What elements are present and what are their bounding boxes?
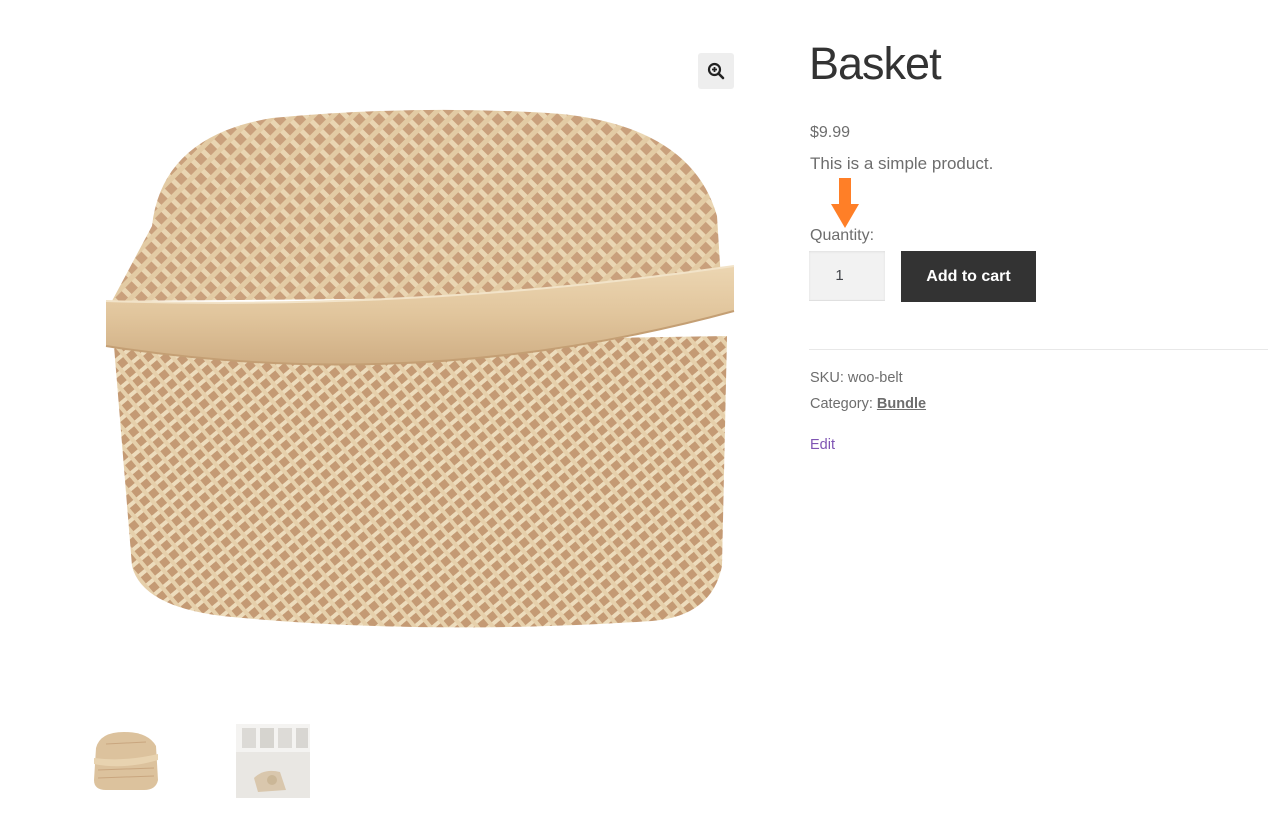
- category-label: Category:: [810, 396, 873, 412]
- arrow-down-icon: [831, 178, 859, 228]
- product-gallery: [0, 0, 760, 821]
- thumbnail-basket-room[interactable]: [236, 724, 310, 798]
- product-price: $9.99: [810, 124, 851, 141]
- product-category: Category: Bundle: [810, 396, 926, 412]
- thumbnail-basket[interactable]: [86, 724, 162, 798]
- category-link[interactable]: Bundle: [877, 396, 926, 412]
- zoom-in-icon: [707, 62, 725, 80]
- product-summary: Basket $9.99 This is a simple product. Q…: [809, 0, 1268, 821]
- add-to-cart-button[interactable]: Add to cart: [901, 251, 1036, 302]
- zoom-button[interactable]: [698, 53, 734, 89]
- quantity-label: Quantity:: [810, 227, 875, 244]
- product-title: Basket: [809, 38, 942, 89]
- product-sku: SKU: woo-belt: [810, 370, 903, 386]
- quantity-input[interactable]: [809, 251, 885, 301]
- product-main-image[interactable]: [92, 96, 742, 636]
- sku-label: SKU:: [810, 370, 844, 386]
- sku-value: woo-belt: [847, 370, 903, 386]
- edit-link[interactable]: Edit: [810, 437, 835, 453]
- product-page: Basket $9.99 This is a simple product. Q…: [0, 0, 1268, 821]
- gallery-thumbnails: [86, 724, 326, 800]
- product-short-description: This is a simple product.: [810, 154, 994, 173]
- divider: [809, 349, 1268, 350]
